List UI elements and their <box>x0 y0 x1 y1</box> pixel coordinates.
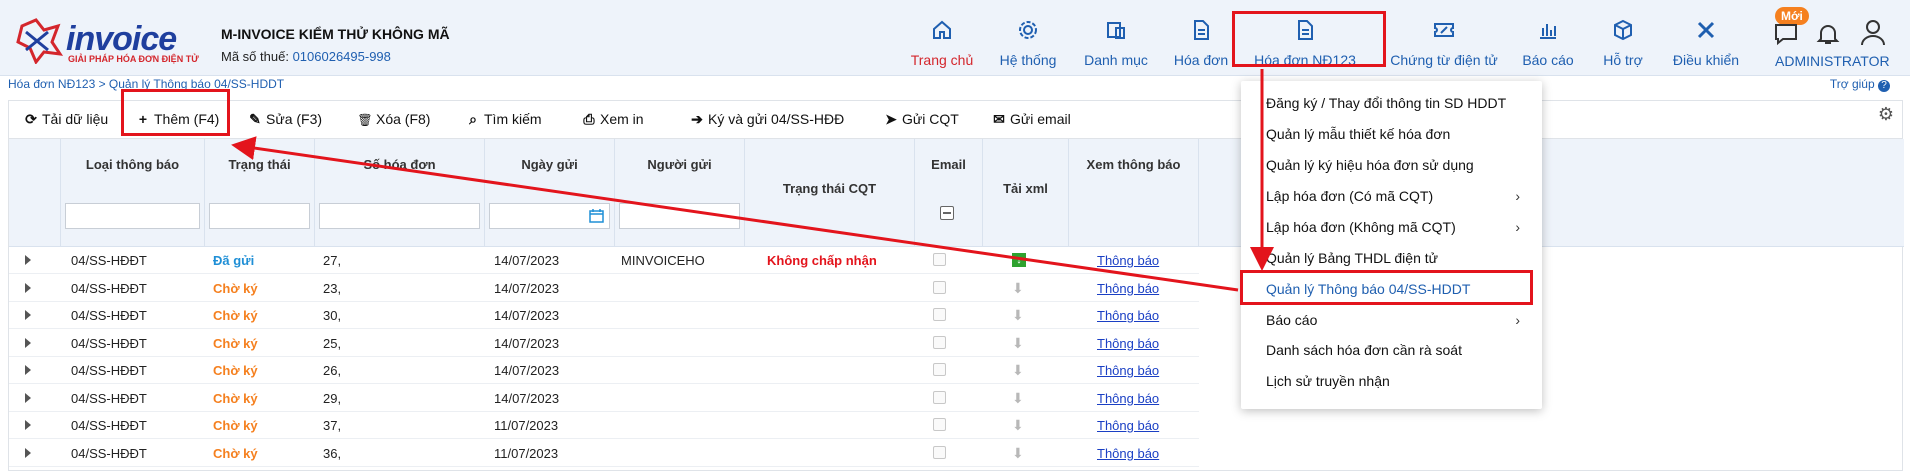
annotation-arrows <box>231 69 1274 292</box>
arrow-to-add <box>231 136 1239 292</box>
